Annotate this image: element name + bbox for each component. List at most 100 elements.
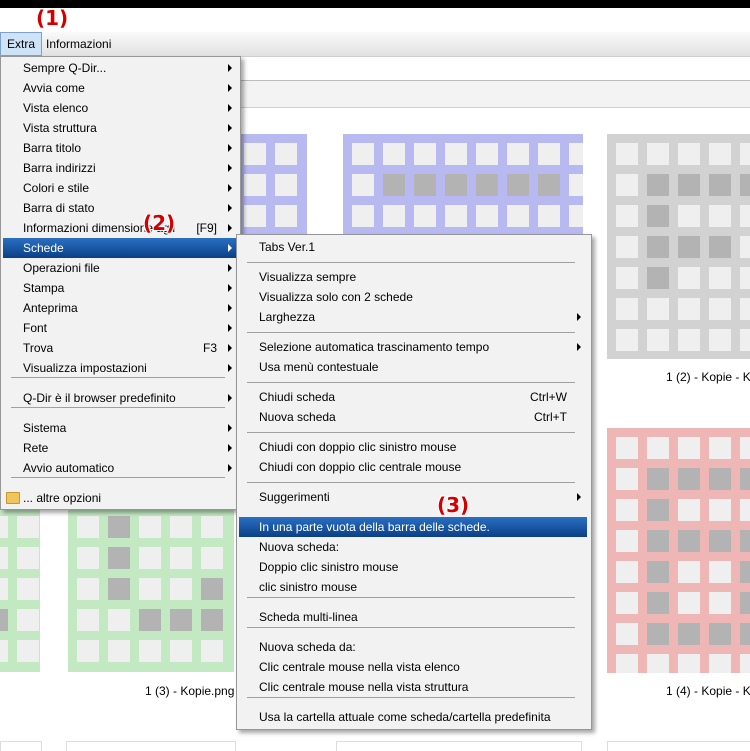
menu-item-sempre-q-dir[interactable]: Sempre Q-Dir... (3, 58, 237, 78)
file-caption-3[interactable]: 1 (4) - Kopie - Ko (666, 684, 750, 698)
menu-item-label: Trova (23, 341, 54, 355)
menu-item-informazioni-dimensione-agli[interactable]: Informazioni dimensione agli [F9] (3, 218, 237, 238)
menu-item-visualizza-impostazioni[interactable]: Visualizza impostazioni (3, 358, 237, 378)
submenu-arrow-icon (228, 424, 232, 432)
submenu-arrow-icon (228, 104, 232, 112)
menu-item-clic-centrale-mouse-nella-vista-elenco[interactable]: Clic centrale mouse nella vista elenco (239, 657, 587, 677)
menu-item-label: Q-Dir è il browser predefinito (23, 391, 176, 405)
thumbnail-green-1[interactable] (0, 507, 40, 672)
menu-item-label: Clic centrale mouse nella vista elenco (259, 660, 460, 674)
menu-item-shortcut: Ctrl+T (534, 410, 567, 424)
submenu-arrow-icon (228, 324, 232, 332)
menu-item-chiudi-scheda[interactable]: Chiudi scheda Ctrl+W (239, 387, 587, 407)
menu-item-label: In una parte vuota della barra delle sch… (259, 520, 490, 534)
menu-item-q-dir-il-browser-predefinito[interactable]: Q-Dir è il browser predefinito (3, 388, 237, 408)
menu-item-nuova-scheda-da[interactable]: Nuova scheda da: (239, 637, 587, 657)
menu-item-suggerimenti[interactable]: Suggerimenti (239, 487, 587, 507)
menu-item-label: ... altre opzioni (23, 491, 102, 505)
menu-item-label: Avvio automatico (23, 461, 115, 475)
menu-item-label: Stampa (23, 281, 65, 295)
submenu-arrow-icon (228, 304, 232, 312)
menu-item-label: Nuova scheda da: (259, 640, 356, 654)
menu-item-colori-e-stile[interactable]: Colori e stile (3, 178, 237, 198)
menu-item-shortcut: [F9] (196, 221, 217, 235)
menu-item-visualizza-solo-con-2-schede[interactable]: Visualizza solo con 2 schede (239, 287, 587, 307)
menu-item-rete[interactable]: Rete (3, 438, 237, 458)
submenu-arrow-icon (228, 444, 232, 452)
menu-extra[interactable]: Extra (0, 32, 43, 56)
menu-item-label: Vista elenco (23, 101, 89, 115)
menu-item-font[interactable]: Font (3, 318, 237, 338)
menu-bar: Extra Informazioni (0, 32, 750, 57)
menu-item-label: clic sinistro mouse (259, 580, 358, 594)
menu-item-label: Barra di stato (23, 201, 95, 215)
menu-item-chiudi-con-doppio-clic-centrale-mouse[interactable]: Chiudi con doppio clic centrale mouse (239, 457, 587, 477)
submenu-arrow-icon (228, 394, 232, 402)
window-top-edge (0, 0, 750, 8)
menu-item-label: Nuova scheda (259, 410, 336, 424)
menu-item-stampa[interactable]: Stampa (3, 278, 237, 298)
menu-item-label: Chiudi con doppio clic sinistro mouse (259, 440, 457, 454)
menu-item-label: Anteprima (23, 301, 78, 315)
menu-item-barra-di-stato[interactable]: Barra di stato (3, 198, 237, 218)
menu-informazioni-label: Informazioni (46, 37, 112, 51)
menu-item-visualizza-sempre[interactable]: Visualizza sempre (239, 267, 587, 287)
menu-item-barra-indirizzi[interactable]: Barra indirizzi (3, 158, 237, 178)
menu-item-altre-opzioni[interactable]: ... altre opzioni (3, 488, 237, 508)
thumbnail-green-2[interactable] (68, 507, 234, 672)
thumbnail-gray[interactable] (607, 134, 750, 359)
menu-item-trova[interactable]: Trova F3 (3, 338, 237, 358)
menu-item-usa-men-contestuale[interactable]: Usa menù contestuale (239, 357, 587, 377)
menu-item-label: Selezione automatica trascinamento tempo (259, 340, 490, 354)
submenu-arrow-icon (228, 144, 232, 152)
menu-item-usa-la-cartella-attuale-come-scheda-cartella-predefinita[interactable]: Usa la cartella attuale come scheda/cart… (239, 707, 587, 727)
menu-item-in-una-parte-vuota-della-barra-delle-schede[interactable]: In una parte vuota della barra delle sch… (239, 517, 587, 537)
menu-item-label: Doppio clic sinistro mouse (259, 560, 399, 574)
menu-item-schede[interactable]: Schede (3, 238, 237, 258)
submenu-arrow-icon (228, 184, 232, 192)
menu-item-tabs-ver-1[interactable]: Tabs Ver.1 (239, 237, 587, 257)
menu-item-avvio-automatico[interactable]: Avvio automatico (3, 458, 237, 478)
menu-item-label: Operazioni file (23, 261, 100, 275)
menu-item-clic-sinistro-mouse[interactable]: clic sinistro mouse (239, 577, 587, 597)
menu-item-barra-titolo[interactable]: Barra titolo (3, 138, 237, 158)
menu-item-clic-centrale-mouse-nella-vista-struttura[interactable]: Clic centrale mouse nella vista struttur… (239, 677, 587, 697)
file-caption-2[interactable]: 1 (3) - Kopie.png (145, 684, 234, 698)
menu-item-operazioni-file[interactable]: Operazioni file (3, 258, 237, 278)
menu-item-label: Chiudi scheda (259, 390, 336, 404)
menu-item-label: Barra indirizzi (23, 161, 96, 175)
submenu-arrow-icon (228, 244, 232, 252)
menu-separator (247, 482, 575, 483)
submenu-arrow-icon (228, 84, 232, 92)
menu-separator (247, 597, 575, 598)
marker-3: (3) (437, 493, 470, 517)
menu-item-label: Suggerimenti (259, 490, 330, 504)
menu-informazioni[interactable]: Informazioni (40, 32, 117, 56)
menu-item-scheda-multi-linea[interactable]: Scheda multi-linea (239, 607, 587, 627)
menu-item-doppio-clic-sinistro-mouse[interactable]: Doppio clic sinistro mouse (239, 557, 587, 577)
menu-item-label: Visualizza impostazioni (23, 361, 147, 375)
menu-separator (247, 627, 575, 628)
menu-item-larghezza[interactable]: Larghezza (239, 307, 587, 327)
menu-item-nuova-scheda[interactable]: Nuova scheda: (239, 537, 587, 557)
file-caption-1[interactable]: 1 (2) - Kopie - Ko (666, 370, 750, 384)
menu-item-selezione-automatica-trascinamento-tempo[interactable]: Selezione automatica trascinamento tempo (239, 337, 587, 357)
menu-item-label: Sistema (23, 421, 67, 435)
submenu-arrow-icon (228, 344, 232, 352)
menu-item-vista-elenco[interactable]: Vista elenco (3, 98, 237, 118)
menu-item-label: Rete (23, 441, 49, 455)
menu-item-nuova-scheda[interactable]: Nuova scheda Ctrl+T (239, 407, 587, 427)
menu-item-anteprima[interactable]: Anteprima (3, 298, 237, 318)
menu-item-avvia-come[interactable]: Avvia come (3, 78, 237, 98)
extra-dropdown-menu: Sempre Q-Dir... Avvia come Vista elenco Vis… (0, 56, 241, 510)
submenu-arrow-icon (228, 164, 232, 172)
menu-item-chiudi-con-doppio-clic-sinistro-mouse[interactable]: Chiudi con doppio clic sinistro mouse (239, 437, 587, 457)
menu-item-label: Chiudi con doppio clic centrale mouse (259, 460, 462, 474)
submenu-arrow-icon (577, 493, 581, 501)
menu-item-vista-struttura[interactable]: Vista struttura (3, 118, 237, 138)
thumbnail-red[interactable] (607, 428, 750, 673)
menu-item-shortcut: Ctrl+W (530, 390, 567, 404)
menu-separator (247, 382, 575, 383)
menu-item-sistema[interactable]: Sistema (3, 418, 237, 438)
menu-item-label: Tabs Ver.1 (259, 240, 316, 254)
